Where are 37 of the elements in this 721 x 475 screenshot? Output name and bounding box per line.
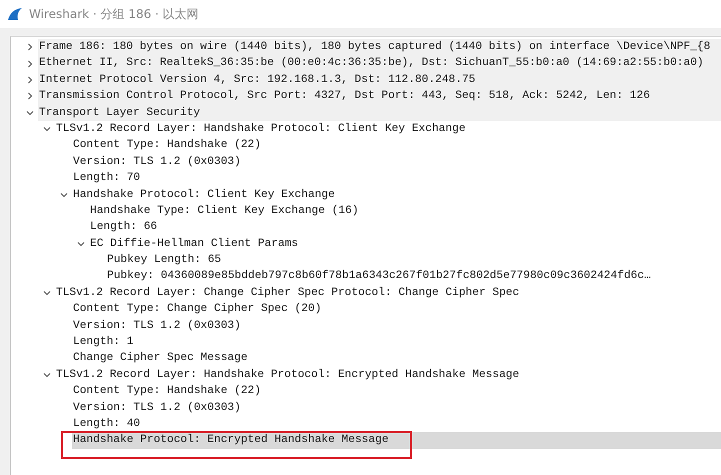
caret-icon[interactable] xyxy=(42,289,50,298)
tree-item[interactable]: Transmission Control Protocol, Src Port: 4327, Dst Port: 443, Seq: 518, Ack: 5242, Len: 126 xyxy=(38,88,721,105)
tree-item[interactable]: Length: 70 xyxy=(72,170,721,187)
tree-item[interactable]: Pubkey: 04360089e85bddeb797c8b60f78b1a6343c267f01b27fc802d5e77980c09c3602424fd6c… xyxy=(106,268,721,285)
tree-item[interactable]: Content Type: Handshake (22) xyxy=(72,383,721,400)
tree-item[interactable]: Internet Protocol Version 4, Src: 192.168.1.3, Dst: 112.80.248.75 xyxy=(38,72,721,88)
caret-icon[interactable] xyxy=(76,240,84,248)
tree-item[interactable]: Version: TLS 1.2 (0x0303) xyxy=(72,154,721,170)
tree-item[interactable]: Handshake Protocol: Encrypted Handshake Message xyxy=(72,432,721,449)
tree-item[interactable]: Ethernet II, Src: RealtekS_36:35:be (00:e0:4c:36:35:be), Dst: SichuanT_55:b0:a0 (14:69:a2:55:b0:a0) xyxy=(38,55,721,72)
caret-icon[interactable] xyxy=(26,76,34,84)
app-icon xyxy=(7,7,23,21)
tree-item[interactable]: Version: TLS 1.2 (0x0303) xyxy=(72,400,721,416)
tree-item[interactable]: Length: 1 xyxy=(72,334,721,350)
tree-item[interactable]: TLSv1.2 Record Layer: Handshake Protocol: Client Key Exchange xyxy=(55,120,721,138)
tree-item[interactable]: Content Type: Handshake (22) xyxy=(72,137,721,154)
window-title: Wireshark · 分组 186 · 以太网 xyxy=(29,6,199,22)
tree-item[interactable]: Content Type: Change Cipher Spec (20) xyxy=(72,301,721,318)
tree-item[interactable]: Transport Layer Security xyxy=(38,104,721,121)
tree-item[interactable]: TLSv1.2 Record Layer: Change Cipher Spec Protocol: Change Cipher Spec xyxy=(55,284,721,302)
tree-item[interactable]: Frame 186: 180 bytes on wire (1440 bits), 180 bytes captured (1440 bits) on interface \Device\NPF_{8 xyxy=(38,39,721,56)
tree-item[interactable]: Version: TLS 1.2 (0x0303) xyxy=(72,318,721,334)
tree-item[interactable]: Handshake Type: Client Key Exchange (16) xyxy=(89,202,721,220)
tree-item[interactable]: Handshake Protocol: Client Key Exchange xyxy=(72,186,721,203)
tree-item[interactable]: Pubkey Length: 65 xyxy=(106,252,721,268)
caret-icon[interactable] xyxy=(26,43,34,52)
tree-item[interactable]: EC Diffie-Hellman Client Params xyxy=(89,236,721,252)
caret-icon[interactable] xyxy=(26,108,34,117)
caret-icon[interactable] xyxy=(26,92,34,100)
caret-icon[interactable] xyxy=(42,125,50,134)
tree-item[interactable]: Change Cipher Spec Message xyxy=(72,350,721,367)
tree-item[interactable]: Length: 66 xyxy=(89,219,721,236)
caret-icon[interactable] xyxy=(42,371,50,379)
tree-item[interactable]: Length: 40 xyxy=(72,416,721,432)
caret-icon[interactable] xyxy=(26,60,34,68)
caret-icon[interactable] xyxy=(60,190,68,199)
tree-item[interactable]: TLSv1.2 Record Layer: Handshake Protocol: Encrypted Handshake Message xyxy=(55,366,721,384)
